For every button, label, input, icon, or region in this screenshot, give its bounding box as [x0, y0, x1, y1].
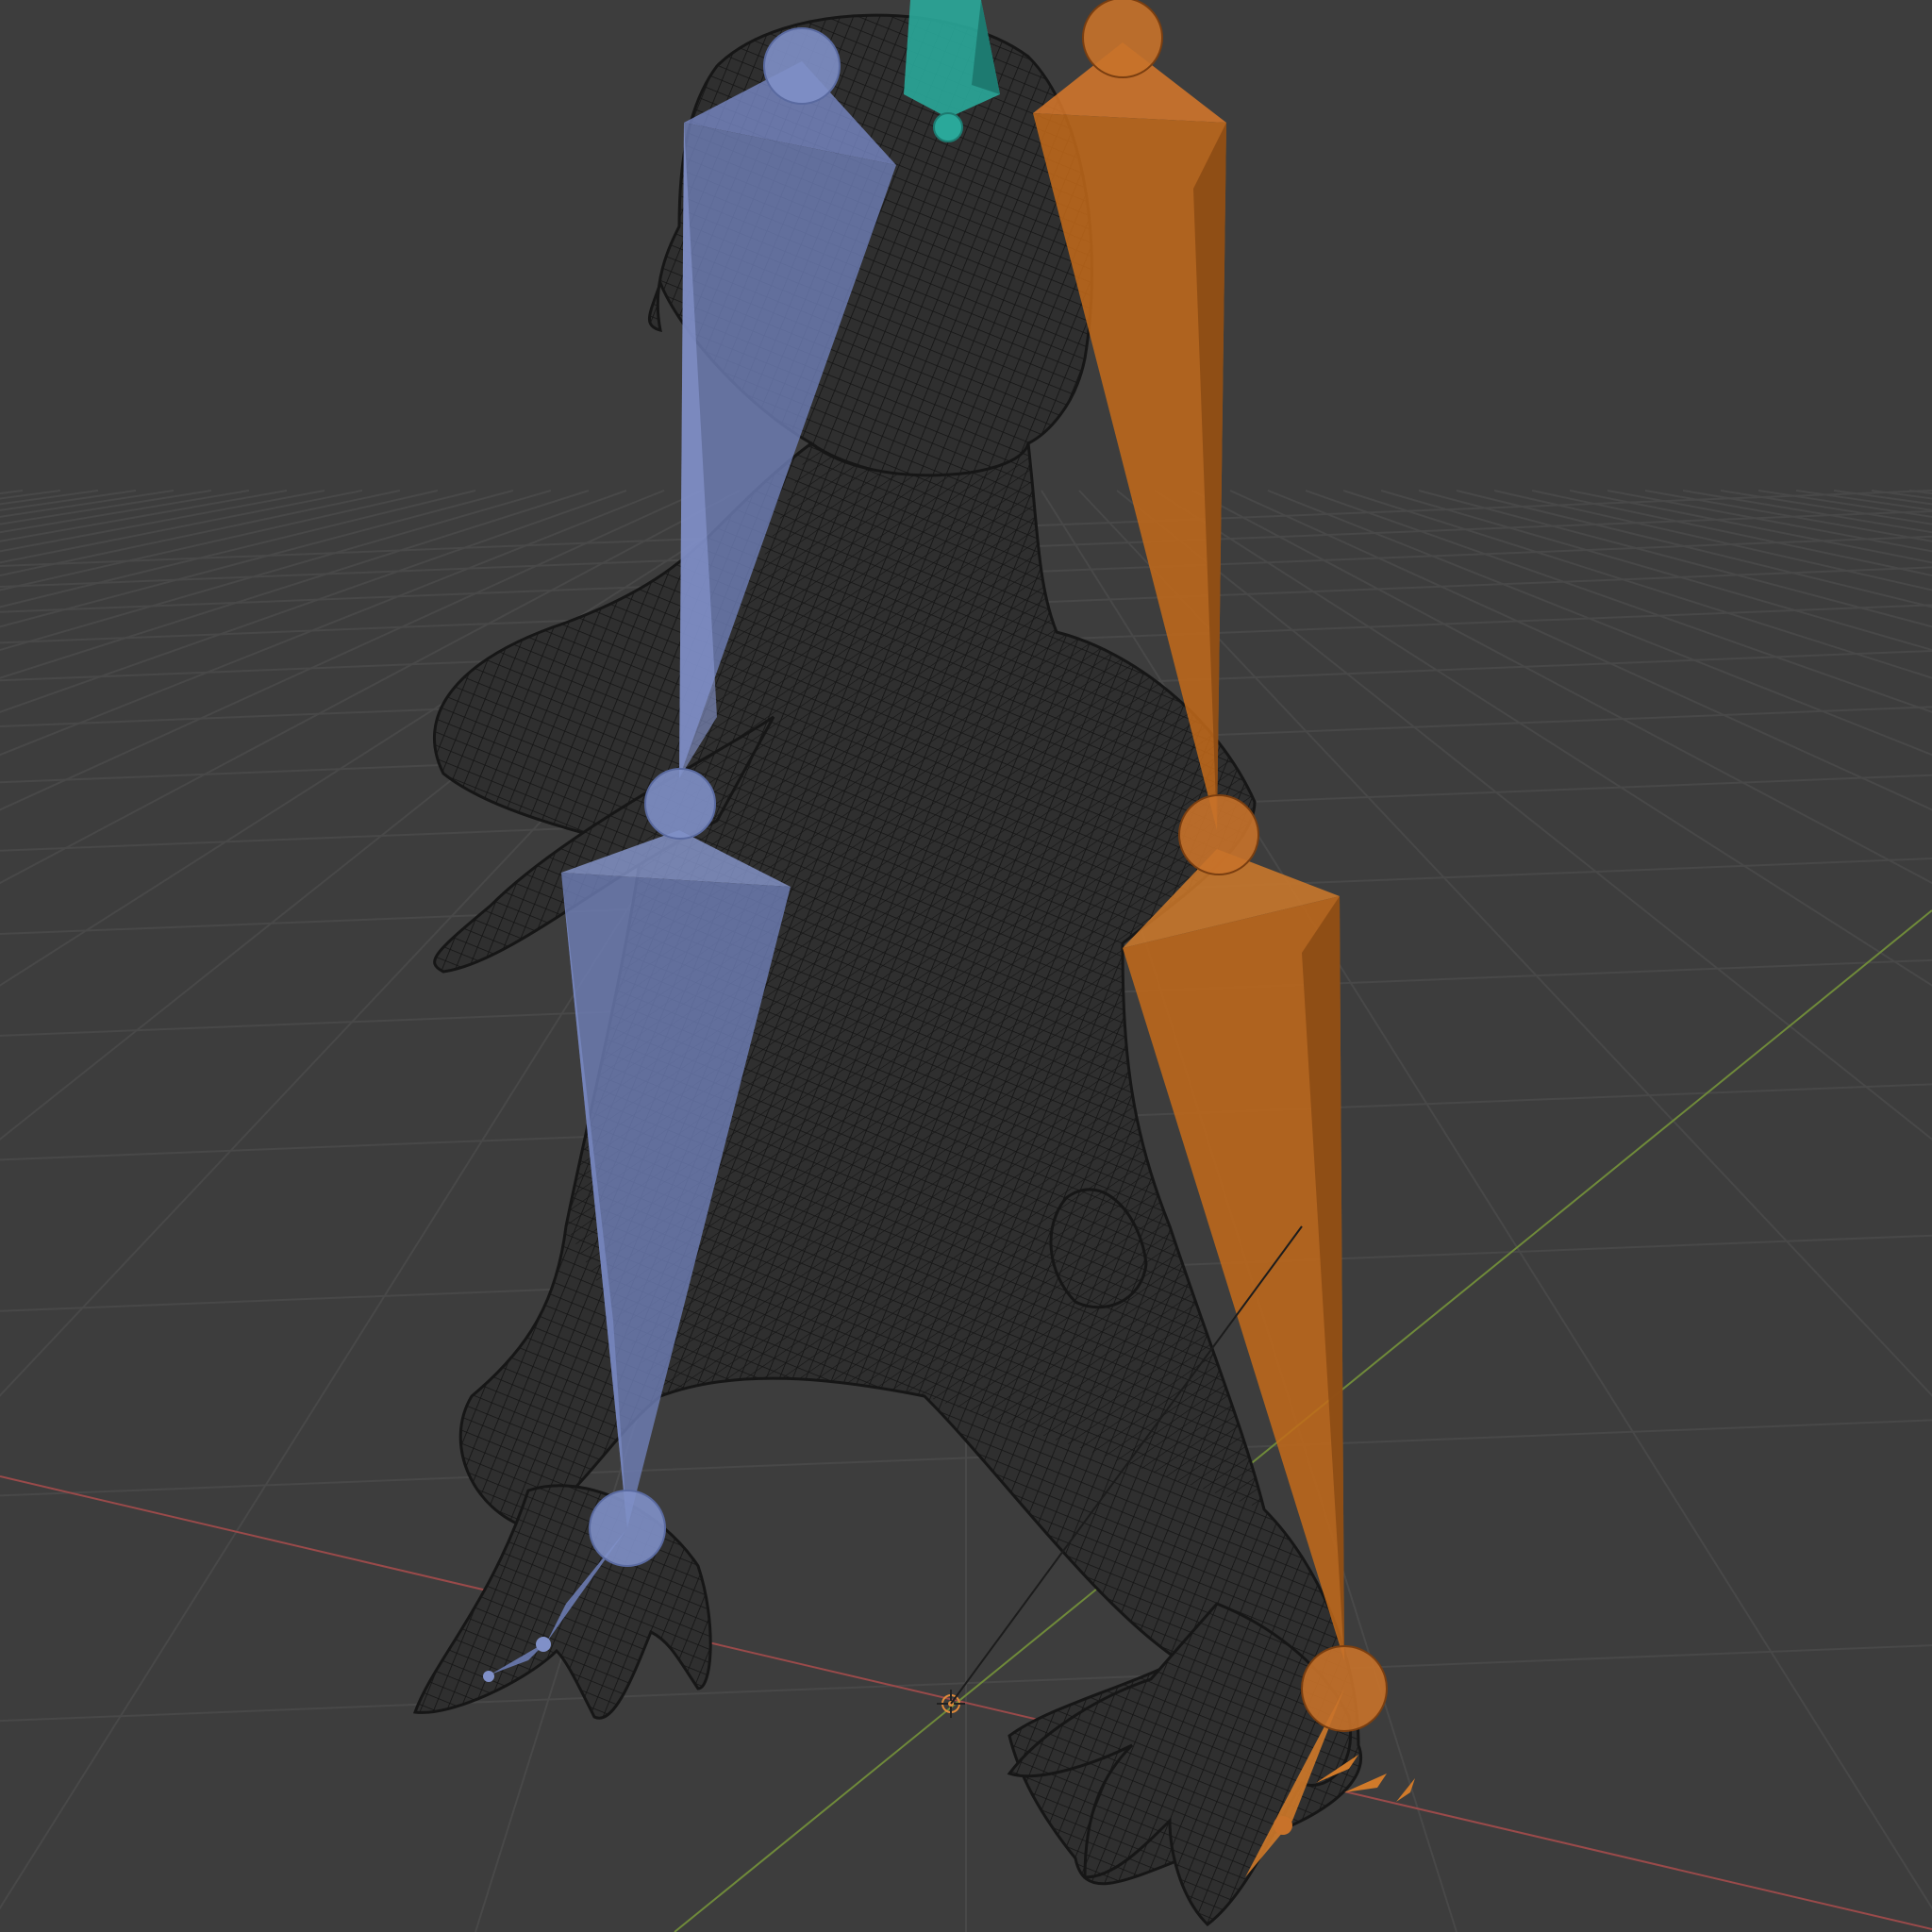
mesh-left-foot — [412, 1484, 712, 1720]
joint-left-toe[interactable] — [536, 1637, 551, 1652]
joint-head[interactable] — [933, 112, 963, 142]
joint-right-hip[interactable] — [1082, 0, 1163, 78]
grid-line — [1531, 490, 1932, 577]
grid-line — [1380, 490, 1932, 652]
grid-line — [1720, 490, 1932, 525]
grid-line — [1757, 490, 1932, 518]
joint-right-knee[interactable] — [1178, 794, 1259, 875]
grid-line — [1569, 490, 1932, 564]
3d-viewport[interactable] — [0, 0, 1932, 1932]
grid-line — [1607, 490, 1932, 553]
joint-right-toe[interactable] — [1274, 1816, 1292, 1835]
joint-left-toe-tip[interactable] — [483, 1671, 494, 1682]
joint-left-knee[interactable] — [644, 768, 716, 840]
grid-line — [0, 490, 476, 608]
grid-line — [0, 490, 212, 525]
grid-line — [0, 490, 24, 495]
grid-line — [0, 490, 439, 591]
grid-line — [1456, 490, 1932, 608]
joint-left-hip[interactable] — [763, 27, 841, 105]
joint-right-ankle[interactable] — [1301, 1645, 1388, 1732]
grid-line — [0, 490, 401, 577]
head-bone[interactable] — [904, 0, 1000, 118]
grid-line — [1682, 490, 1932, 534]
grid-line — [1493, 490, 1932, 591]
grid-line — [0, 490, 325, 553]
grid-line — [1342, 490, 1932, 679]
grid-line — [1644, 490, 1932, 542]
grid-line — [1305, 490, 1932, 713]
joint-left-ankle[interactable] — [589, 1490, 666, 1567]
grid-line — [0, 490, 363, 564]
grid-line — [0, 490, 61, 500]
